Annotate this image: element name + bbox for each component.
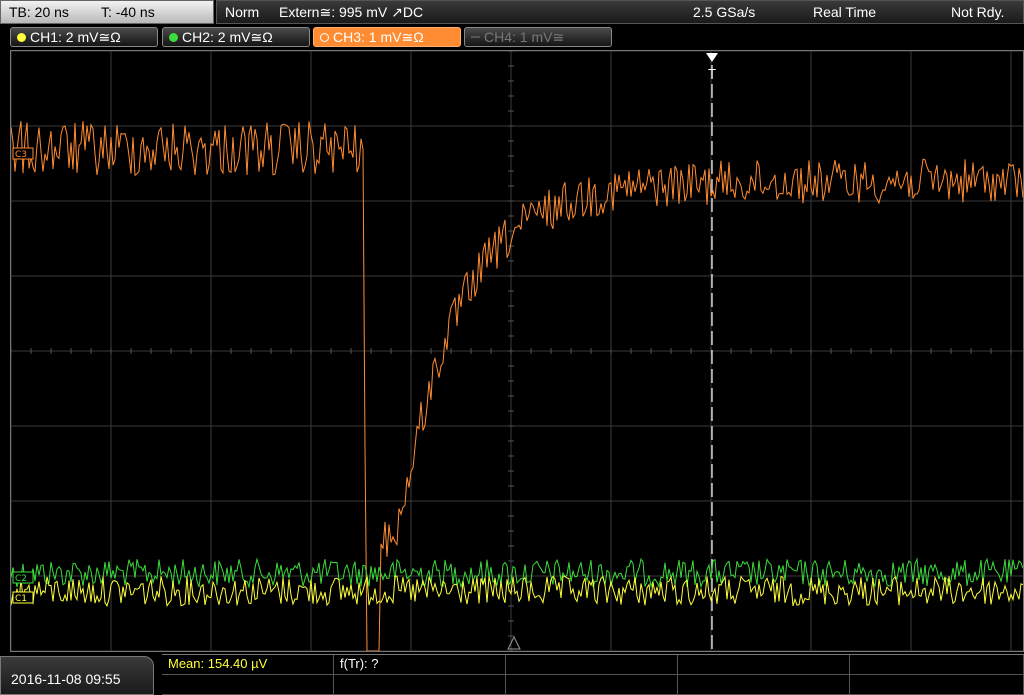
channel-3-dot-icon: [320, 33, 329, 42]
channel-1-label: CH1: 2 mV≅Ω: [30, 29, 121, 45]
measurement-slot-7: [334, 675, 506, 695]
channel-2-offset-marker[interactable]: C2: [12, 571, 34, 584]
channel-4-off-icon: [471, 36, 480, 38]
sample-rate: 2.5 GSa/s: [693, 4, 756, 20]
measurement-slot-9: [678, 675, 850, 695]
measurement-rise-frequency: f(Tr): ?: [334, 655, 506, 675]
measurement-slot-10: [850, 675, 1024, 695]
channel-bar: CH1: 2 mV≅Ω CH2: 2 mV≅Ω CH3: 1 mV≅Ω CH4:…: [0, 26, 1024, 48]
trigger-arrow-icon: [706, 53, 718, 62]
measurement-panel[interactable]: Mean: 154.40 µV f(Tr): ?: [162, 654, 1024, 695]
channel-2-button[interactable]: CH2: 2 mV≅Ω: [162, 27, 310, 47]
channel-1-offset-marker[interactable]: C1: [12, 591, 34, 604]
channel-4-button[interactable]: CH4: 1 mV≅: [464, 27, 612, 47]
timebase-value: TB: 20 ns: [9, 4, 69, 20]
measurement-slot-4: [678, 655, 850, 675]
trigger-position-value: T: -40 ns: [101, 4, 155, 20]
acquisition-status: Not Rdy.: [951, 4, 1005, 20]
status-bar: TB: 20 ns T: -40 ns Norm Extern≅: 995 mV…: [0, 0, 1024, 26]
trigger-position-icon: [507, 635, 521, 650]
trigger-mode: Norm: [225, 4, 260, 20]
datetime: 2016-11-08 09:55: [11, 671, 121, 687]
channel-1-dot-icon: [17, 33, 26, 42]
footer-bar: 2016-11-08 09:55 Mean: 154.40 µV f(Tr): …: [0, 654, 1024, 695]
measurement-slot-5: [850, 655, 1024, 675]
channel-2-dot-icon: [169, 33, 178, 42]
channel-1-button[interactable]: CH1: 2 mV≅Ω: [10, 27, 158, 47]
channel-2-label: CH2: 2 mV≅Ω: [182, 29, 273, 45]
timebase-box[interactable]: TB: 20 ns T: -40 ns: [0, 0, 214, 24]
channel-4-label: CH4: 1 mV≅: [484, 29, 565, 45]
channel-2-offset-label: C2: [15, 574, 27, 584]
measurement-slot-6: [162, 675, 334, 695]
waveform-canvas: T C3 C2 C1: [11, 51, 1023, 651]
measurement-slot-3: [506, 655, 678, 675]
waveform-display[interactable]: T C3 C2 C1: [10, 50, 1024, 652]
datetime-box[interactable]: 2016-11-08 09:55: [0, 656, 154, 695]
channel-3-button[interactable]: CH3: 1 mV≅Ω: [313, 27, 461, 47]
trigger-marker[interactable]: T: [706, 53, 718, 651]
channel-3-offset-marker[interactable]: C3: [12, 147, 34, 160]
channel-3-label: CH3: 1 mV≅Ω: [333, 29, 424, 45]
measurement-slot-8: [506, 675, 678, 695]
channel-1-offset-label: C1: [15, 594, 27, 604]
trigger-label: T: [707, 67, 716, 81]
acquisition-box[interactable]: Norm Extern≅: 995 mV ↗DC 2.5 GSa/s Real …: [216, 0, 1024, 24]
acquisition-realtime: Real Time: [813, 4, 877, 20]
channel-3-offset-label: C3: [15, 150, 27, 160]
measurement-mean: Mean: 154.40 µV: [162, 655, 334, 675]
trigger-source: Extern≅: 995 mV ↗DC: [279, 4, 424, 20]
